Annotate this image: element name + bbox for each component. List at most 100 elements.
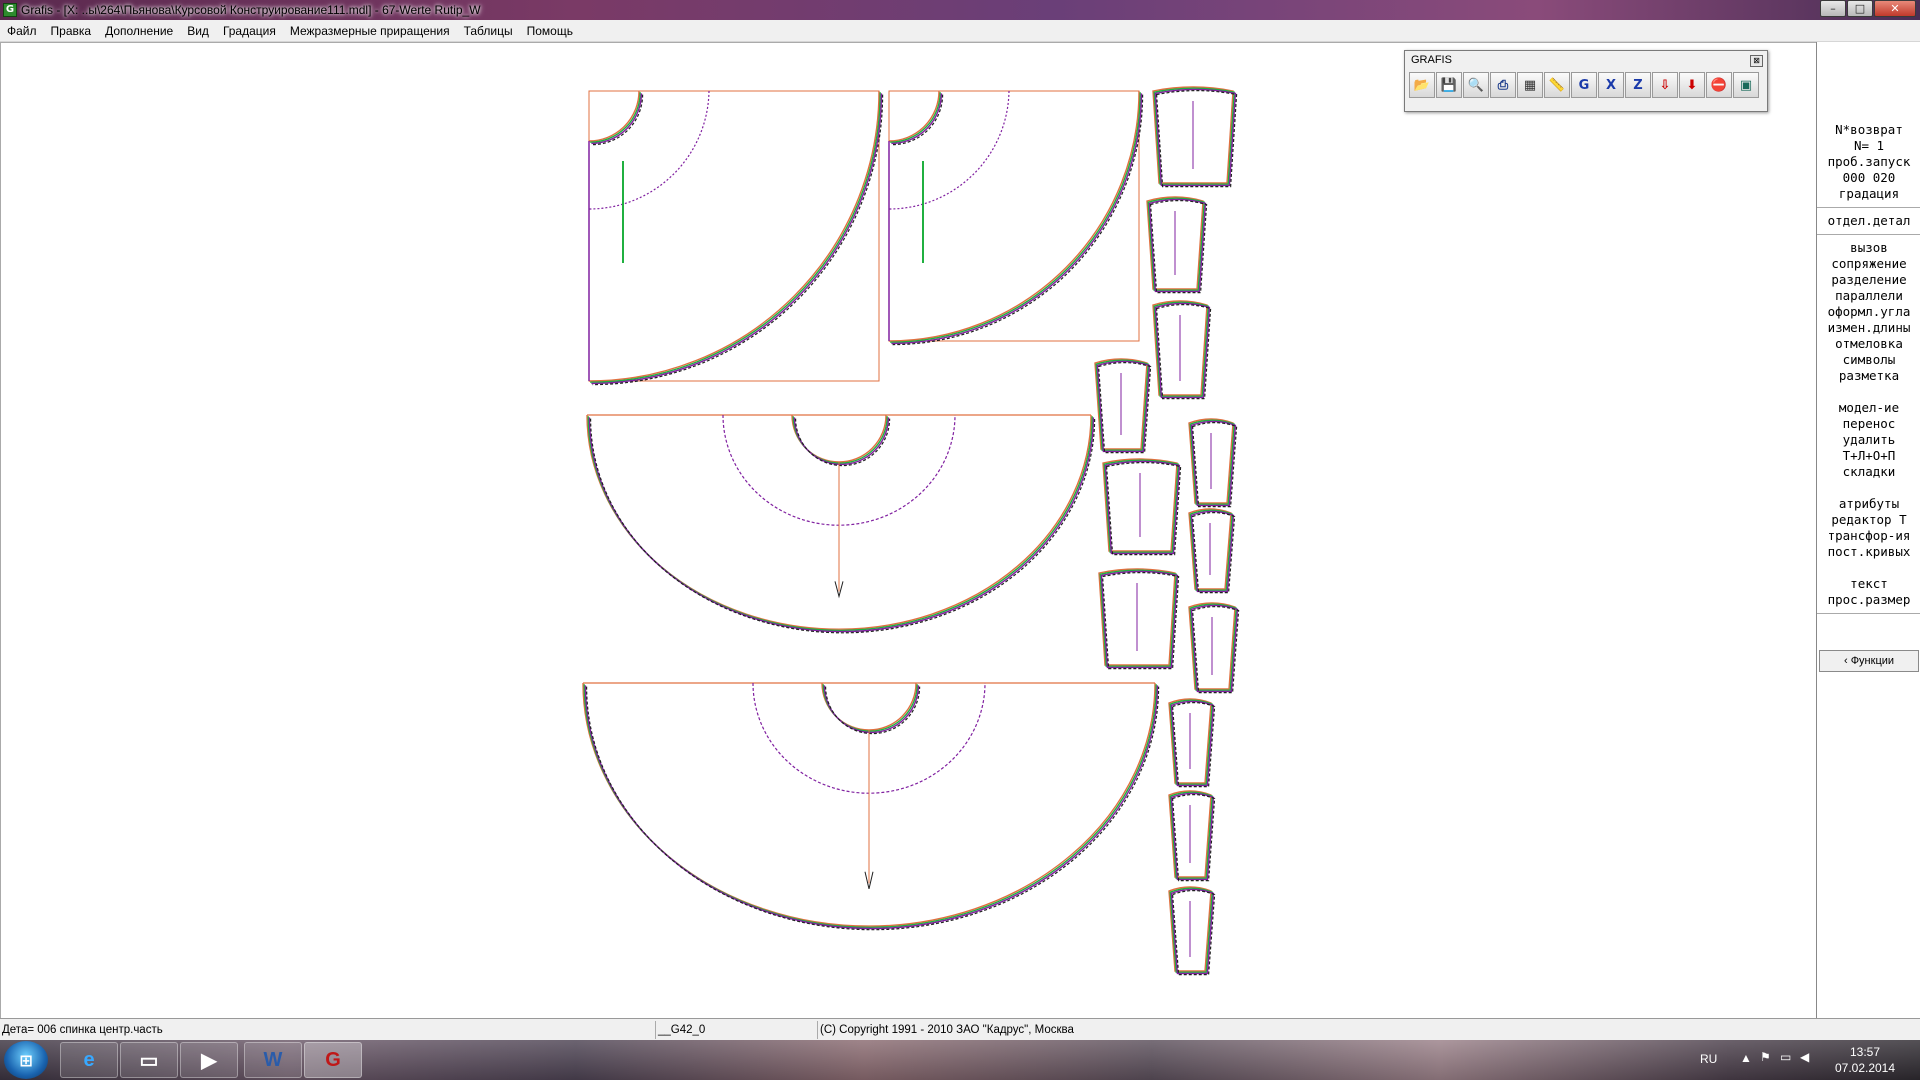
print-icon[interactable]: ⎙ [1490, 72, 1516, 98]
flag-icon[interactable]: ⚑ [1760, 1050, 1771, 1064]
command-item[interactable]: N*возврат [1817, 122, 1920, 138]
command-item[interactable]: удалить [1817, 432, 1920, 448]
arrow-down-bold-icon[interactable]: ⬇ [1679, 72, 1705, 98]
menu-view[interactable]: Вид [180, 24, 216, 38]
half-piece-1-neck [793, 417, 890, 466]
volume-icon[interactable]: ◀ [1800, 1050, 1809, 1064]
layers-icon[interactable]: ▦ [1517, 72, 1543, 98]
quarter-piece-2-neck [888, 90, 940, 142]
ie-icon[interactable]: e [60, 1042, 118, 1078]
quarter-piece-1-neck [591, 93, 643, 145]
quarter-piece-2-hem [890, 92, 1141, 343]
command-item[interactable]: складки [1817, 464, 1920, 480]
window-controls: – □ ✕ [1819, 0, 1916, 17]
command-item[interactable]: Т+Л+О+П [1817, 448, 1920, 464]
quarter-piece-1-hem [588, 90, 880, 382]
magnifier-icon[interactable]: 🔍 [1463, 72, 1489, 98]
menu-file[interactable]: Файл [0, 24, 44, 38]
half-piece-2-neck [822, 684, 918, 732]
stop-icon[interactable]: ⛔ [1706, 72, 1732, 98]
command-item[interactable]: отдел.детал [1817, 213, 1920, 229]
open-icon[interactable]: 📂 [1409, 72, 1435, 98]
close-button[interactable]: ✕ [1874, 0, 1916, 17]
ruler-icon[interactable]: 📏 [1544, 72, 1570, 98]
command-item[interactable]: параллели [1817, 288, 1920, 304]
command-item[interactable]: прос.размер [1817, 592, 1920, 608]
z-icon[interactable]: Z [1625, 72, 1651, 98]
network-icon[interactable]: ▭ [1780, 1050, 1791, 1064]
command-item[interactable]: отмеловка [1817, 336, 1920, 352]
command-item[interactable]: проб.запуск [1817, 154, 1920, 170]
command-item[interactable]: символы [1817, 352, 1920, 368]
command-panel: N*возврат N= 1 проб.запуск 000 020 градация о… [1816, 42, 1920, 1018]
half-piece-1-hem [587, 416, 1093, 632]
small-piece-1 [1153, 87, 1235, 185]
command-item[interactable]: трансфор-ия [1817, 528, 1920, 544]
status-copyright: (C) Copyright 1991 - 2010 ЗАО "Кадрус", … [817, 1021, 1920, 1039]
menu-tables[interactable]: Таблицы [457, 24, 520, 38]
arrow-down-icon[interactable]: ⇩ [1652, 72, 1678, 98]
command-item[interactable]: разделение [1817, 272, 1920, 288]
command-item[interactable]: редактор Т [1817, 512, 1920, 528]
half-piece-1-neck [792, 416, 888, 464]
half-piece-2-hem [583, 684, 1157, 928]
maximize-button[interactable]: □ [1847, 0, 1873, 17]
title-bar[interactable]: G Grafis - [X: ..ы\264\Пьянова\Курсовой … [0, 0, 1920, 20]
small-piece-8 [1100, 570, 1179, 669]
small-piece-1 [1154, 88, 1237, 187]
half-piece-2-hem [586, 686, 1160, 931]
command-item[interactable]: модел-ие [1817, 400, 1920, 416]
menu-size-increments[interactable]: Межразмерные приращения [283, 24, 457, 38]
small-piece-6 [1105, 462, 1182, 556]
language-indicator[interactable]: RU [1700, 1052, 1717, 1066]
command-list: N*возврат N= 1 проб.запуск 000 020 градация о… [1817, 122, 1920, 619]
half-piece-1-neck [795, 418, 891, 467]
grafis-toolbox[interactable]: GRAFIS ⊠ 📂 💾 🔍 ⎙ ▦ 📏 G X Z ⇩ ⬇ ⛔ ▣ [1404, 50, 1768, 112]
command-separator [1817, 384, 1920, 400]
drawing-canvas[interactable] [0, 42, 1816, 1018]
menu-edit[interactable]: Правка [44, 24, 99, 38]
command-item[interactable]: текст [1817, 576, 1920, 592]
clock-date: 07.02.2014 [1834, 1061, 1896, 1075]
word-icon[interactable]: W [244, 1042, 302, 1078]
command-item[interactable]: 000 020 [1817, 170, 1920, 186]
small-piece-3 [1153, 301, 1209, 397]
menu-addons[interactable]: Дополнение [98, 24, 180, 38]
g-icon[interactable]: G [1571, 72, 1597, 98]
status-size: __G42_0 [655, 1021, 817, 1039]
grafis-icon[interactable]: G [304, 1042, 362, 1078]
x-icon[interactable]: X [1598, 72, 1624, 98]
command-item[interactable]: разметка [1817, 368, 1920, 384]
menu-grading[interactable]: Градация [216, 24, 283, 38]
command-item[interactable]: сопряжение [1817, 256, 1920, 272]
show-hidden-icon[interactable]: ▲ [1740, 1051, 1752, 1065]
command-separator [1817, 480, 1920, 496]
command-separator [1817, 207, 1920, 208]
command-item[interactable]: вызов [1817, 240, 1920, 256]
calculator-icon[interactable]: ▣ [1733, 72, 1759, 98]
menu-help[interactable]: Помощь [520, 24, 580, 38]
clock-time: 13:57 [1849, 1045, 1881, 1059]
command-item[interactable]: пост.кривых [1817, 544, 1920, 560]
save-icon[interactable]: 💾 [1436, 72, 1462, 98]
command-item[interactable]: атрибуты [1817, 496, 1920, 512]
command-item[interactable]: измен.длины [1817, 320, 1920, 336]
quarter-piece-1-frame [588, 90, 880, 382]
clock[interactable]: 13:57 07.02.2014 [1830, 1044, 1900, 1076]
start-button[interactable]: ⊞ [4, 1041, 48, 1079]
small-piece-1 [1155, 90, 1238, 188]
command-item[interactable]: N= 1 [1817, 138, 1920, 154]
command-item[interactable]: градация [1817, 186, 1920, 202]
status-bar: Дета= 006 спинка центр.часть __G42_0 (C)… [0, 1018, 1920, 1040]
quarter-piece-1-neck [590, 92, 641, 143]
toolbox-close-icon[interactable]: ⊠ [1750, 55, 1763, 67]
quarter-piece-1-hem [590, 92, 881, 383]
small-piece-6 [1104, 460, 1181, 555]
media-player-icon[interactable]: ▶ [180, 1042, 238, 1078]
explorer-icon[interactable]: ▭ [120, 1042, 178, 1078]
functions-button[interactable]: ‹ Функции [1819, 650, 1919, 672]
command-item[interactable]: перенос [1817, 416, 1920, 432]
quarter-piece-1-inner [588, 90, 710, 210]
command-item[interactable]: оформл.угла [1817, 304, 1920, 320]
minimize-button[interactable]: – [1820, 0, 1846, 17]
